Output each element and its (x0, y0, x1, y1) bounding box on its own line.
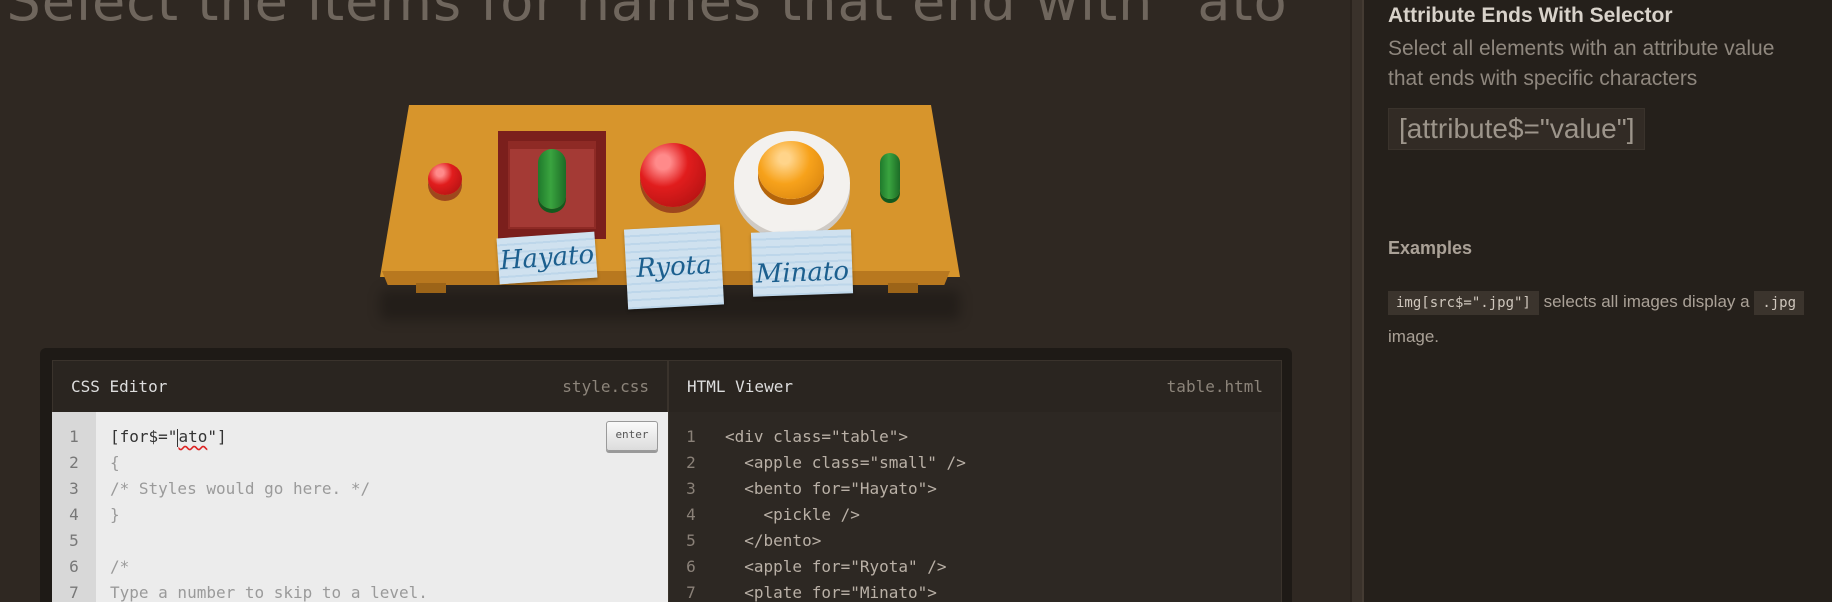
html-line[interactable]: </bento> (725, 528, 966, 554)
line-number: 5 (686, 531, 696, 550)
help-sidebar: Attribute Ends With Selector Select all … (1364, 0, 1832, 602)
css-editor-body[interactable]: 1 2 3 4 5 6 7 [for$="ato"] { /* Styles w… (52, 412, 668, 602)
example-item: img[src$=".jpg"] selects all images disp… (1388, 285, 1818, 354)
html-viewer-title: HTML Viewer (687, 377, 793, 396)
table-leg (416, 283, 446, 293)
line-number: 5 (69, 531, 79, 550)
example-text: image. (1388, 327, 1440, 346)
html-line-gutter: 1 2 3 4 5 6 7 (669, 412, 713, 602)
plate[interactable] (734, 131, 850, 235)
code-line: Type a number to skip to a level. (110, 583, 428, 602)
css-editor-header: CSS Editor style.css (52, 360, 668, 412)
html-code-lines: <div class="table"> <apple class="small"… (725, 424, 966, 602)
line-number: 2 (69, 453, 79, 472)
bento-box[interactable] (498, 131, 606, 239)
html-viewer: HTML Viewer table.html 1 2 3 4 5 6 7 <di… (668, 360, 1282, 602)
example-code: .jpg (1754, 291, 1805, 315)
sidebar-divider[interactable] (1350, 0, 1364, 602)
line-number: 6 (69, 557, 79, 576)
line-number: 7 (686, 583, 696, 602)
line-number: 1 (69, 427, 79, 446)
line-number: 3 (686, 479, 696, 498)
examples-heading: Examples (1388, 238, 1473, 258)
small-apple[interactable] (428, 163, 462, 195)
table: Hayato Ryota Minato (380, 105, 960, 325)
name-tag-minato: Minato (750, 229, 854, 297)
editor-frame: CSS Editor style.css 1 2 3 4 5 6 7 [for$… (40, 348, 1292, 602)
game-area: Select the items for names that end with… (0, 0, 1350, 602)
line-number: 4 (69, 505, 79, 524)
example-text: selects all images display a (1543, 292, 1750, 311)
html-viewer-header: HTML Viewer table.html (668, 360, 1282, 412)
name-tag-hayato: Hayato (496, 231, 598, 285)
line-number: 3 (69, 479, 79, 498)
code-line: /* (110, 557, 130, 576)
selector-description: Select all elements with an attribute va… (1388, 37, 1775, 90)
css-file-name: style.css (562, 377, 649, 396)
css-editor-title: CSS Editor (71, 377, 168, 396)
example-code: img[src$=".jpg"] (1388, 291, 1539, 315)
css-input-line[interactable]: [for$="ato"] (110, 424, 428, 450)
small-pickle[interactable] (880, 153, 900, 199)
line-number: 2 (686, 453, 696, 472)
html-line[interactable]: <apple class="small" /> (725, 450, 966, 476)
orange[interactable] (758, 141, 824, 199)
line-number: 1 (686, 427, 696, 446)
code-line: } (110, 505, 120, 524)
enter-button[interactable]: enter (606, 421, 658, 451)
selector-title: Attribute Ends With Selector (1388, 4, 1673, 27)
css-input-prefix: [for$=" (110, 427, 178, 446)
line-number: 6 (686, 557, 696, 576)
html-line[interactable]: <plate for="Minato"> (725, 580, 966, 602)
css-line-gutter: 1 2 3 4 5 6 7 (52, 412, 96, 602)
css-code-lines: [for$="ato"] { /* Styles would go here. … (110, 424, 428, 602)
html-line[interactable]: <pickle /> (725, 502, 966, 528)
code-line: /* Styles would go here. */ (110, 479, 371, 498)
code-line: { (110, 453, 120, 472)
html-viewer-body: 1 2 3 4 5 6 7 <div class="table"> <apple… (668, 412, 1282, 602)
css-input-misspelled: ato (178, 427, 208, 446)
html-line[interactable]: <div class="table"> (725, 424, 966, 450)
html-line[interactable]: <apple for="Ryota" /> (725, 554, 966, 580)
pickle[interactable] (538, 149, 566, 209)
level-instruction: Select the items for names that end with… (6, 0, 1314, 33)
css-editor: CSS Editor style.css 1 2 3 4 5 6 7 [for$… (52, 360, 668, 602)
selector-syntax: [attribute$="value"] (1388, 108, 1646, 150)
css-input-suffix: "] (207, 427, 227, 446)
apple[interactable] (640, 143, 706, 207)
html-file-name: table.html (1166, 377, 1263, 396)
table-leg (888, 283, 918, 293)
name-tag-ryota: Ryota (623, 224, 725, 310)
line-number: 7 (69, 583, 79, 602)
html-line[interactable]: <bento for="Hayato"> (725, 476, 966, 502)
line-number: 4 (686, 505, 696, 524)
